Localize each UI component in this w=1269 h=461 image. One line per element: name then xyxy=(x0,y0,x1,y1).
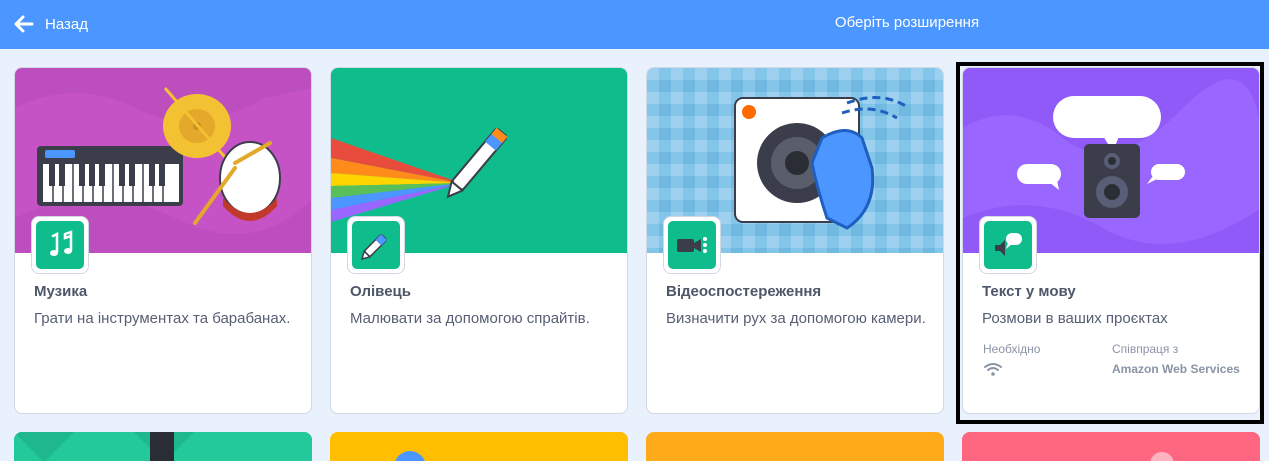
selection-highlight xyxy=(956,62,1264,424)
extension-card-next-3[interactable] xyxy=(646,432,944,461)
extension-card-next-4[interactable] xyxy=(962,432,1260,461)
extension-title: Олівець xyxy=(350,283,411,300)
header-bar: Назад Оберіть розширення xyxy=(0,0,1269,49)
extension-card-music[interactable]: Музика Грати на інструментах та барабана… xyxy=(14,67,312,414)
extension-card-pen[interactable]: Олівець Малювати за допомогою спрайтів. xyxy=(330,67,628,414)
extension-description: Малювати за допомогою спрайтів. xyxy=(350,310,590,327)
extension-title: Відеоспостереження xyxy=(666,283,822,300)
extension-card-video[interactable]: Відеоспостереження Визначити рух за допо… xyxy=(646,67,944,414)
extension-card-next-2[interactable] xyxy=(330,432,628,461)
music-badge xyxy=(32,217,88,273)
pen-icon xyxy=(360,234,387,261)
extension-title: Музика xyxy=(34,283,88,300)
extension-description: Визначити рух за допомогою камери. xyxy=(666,310,926,327)
video-badge xyxy=(664,217,720,273)
pen-badge xyxy=(348,217,404,273)
music-notes-icon xyxy=(50,230,73,256)
video-camera-icon xyxy=(677,237,707,253)
extension-card-next-1[interactable] xyxy=(14,432,312,461)
extension-description: Грати на інструментах та барабанах. xyxy=(34,310,291,327)
page-title: Оберіть розширення xyxy=(834,14,980,31)
